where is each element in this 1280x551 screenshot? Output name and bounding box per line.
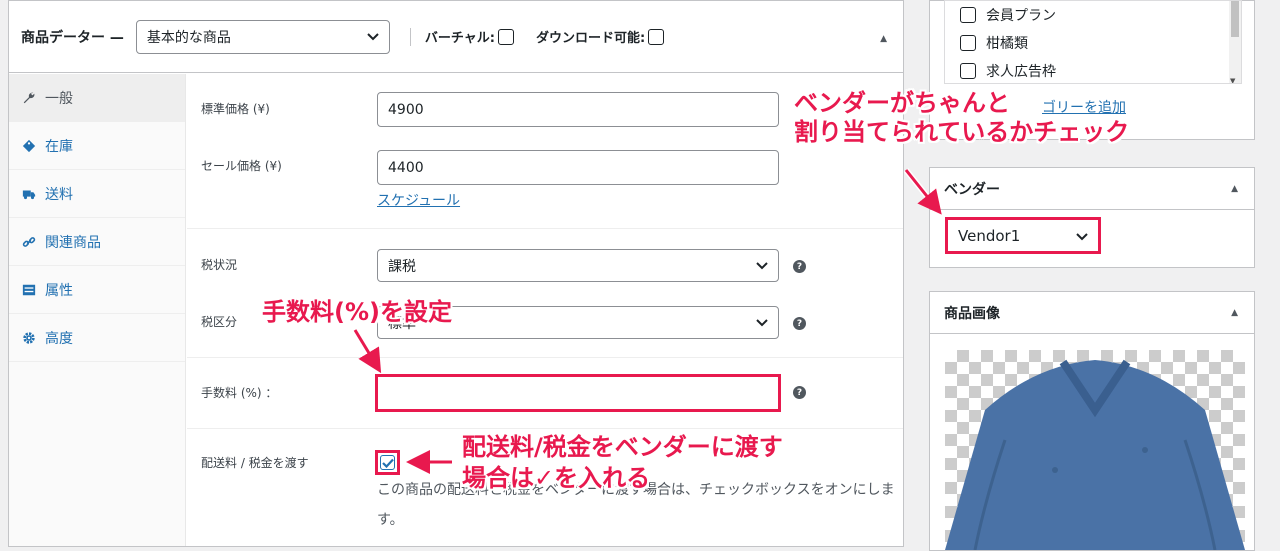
vendor-box-title: ベンダー — [944, 181, 1000, 198]
chevron-down-icon — [756, 315, 768, 331]
category-item[interactable]: 柑橘類 — [945, 29, 1241, 57]
tab-label: 属性 — [45, 282, 73, 299]
collapse-arrow-icon[interactable]: ▲ — [880, 34, 887, 44]
tab-attributes[interactable]: 属性 — [9, 266, 185, 314]
fee-label: 手数料 (%) ： — [201, 386, 278, 400]
product-data-panel: 商品データー — 基本的な商品 バーチャル: ダウンロード可能: ▲ 一般 在庫… — [8, 0, 904, 547]
section-divider — [187, 357, 903, 358]
annotation-shipping-line2: 場合は✓を入れる — [462, 464, 651, 492]
vendor-box-header[interactable]: ベンダー ▲ — [930, 168, 1254, 210]
regular-price-label: 標準価格 (¥) — [201, 102, 270, 116]
section-divider — [187, 428, 903, 429]
tab-label: 在庫 — [45, 138, 73, 155]
add-category-link[interactable]: ゴリーを追加 — [1042, 97, 1126, 117]
tab-label: 高度 — [45, 330, 73, 347]
category-checkbox[interactable] — [960, 63, 976, 79]
product-image-box: 商品画像 ▲ — [929, 291, 1255, 551]
vendor-box: ベンダー ▲ Vendor1 — [929, 167, 1255, 268]
downloadable-label: ダウンロード可能: — [535, 31, 646, 46]
downloadable-checkbox[interactable] — [648, 28, 665, 45]
product-type-value: 基本的な商品 — [146, 29, 231, 46]
list-icon — [21, 282, 37, 298]
chevron-down-icon — [1076, 227, 1088, 245]
pass-shipping-label: 配送料 / 税金を渡す — [201, 456, 309, 470]
tab-general[interactable]: 一般 — [9, 74, 185, 122]
wrench-icon — [21, 90, 37, 106]
tag-icon — [21, 138, 37, 154]
product-type-select[interactable]: 基本的な商品 — [135, 19, 390, 54]
vendor-select[interactable]: Vendor1 — [945, 217, 1101, 254]
category-scrollbar[interactable]: ▼ — [1229, 1, 1241, 83]
product-image-header[interactable]: 商品画像 ▲ — [930, 292, 1254, 334]
tab-shipping[interactable]: 送料 — [9, 170, 185, 218]
tab-label: 関連商品 — [45, 234, 101, 251]
header-separator — [409, 27, 411, 46]
tax-status-value: 課税 — [388, 258, 416, 275]
category-item[interactable]: 会員プラン — [945, 1, 1241, 29]
sale-price-label: セール価格 (¥) — [201, 159, 282, 173]
help-icon[interactable]: ? — [793, 317, 806, 330]
category-item[interactable]: 求人広告枠 — [945, 57, 1241, 83]
product-image[interactable] — [945, 350, 1245, 550]
tab-label: 送料 — [45, 186, 73, 203]
tax-class-label: 税区分 — [201, 315, 238, 329]
tab-inventory[interactable]: 在庫 — [9, 122, 185, 170]
tax-status-select[interactable]: 課税 — [377, 249, 779, 282]
category-label: 求人広告枠 — [986, 64, 1056, 80]
pass-shipping-checkbox[interactable] — [375, 450, 400, 475]
downloadable-checkbox-label[interactable]: ダウンロード可能: — [535, 27, 665, 46]
annotation-vendor-line1: ベンダーがちゃんと — [794, 89, 1010, 117]
virtual-label: バーチャル: — [424, 31, 495, 46]
section-divider — [187, 228, 903, 229]
scrollbar-thumb[interactable] — [1231, 1, 1239, 37]
check-icon — [380, 455, 395, 470]
category-checkbox[interactable] — [960, 7, 976, 23]
vendor-select-value: Vendor1 — [958, 226, 1021, 245]
annotation-shipping-line1: 配送料/税金をベンダーに渡す — [462, 433, 783, 461]
help-icon[interactable]: ? — [793, 260, 806, 273]
collapse-arrow-icon[interactable]: ▲ — [1231, 184, 1238, 194]
tab-linked-products[interactable]: 関連商品 — [9, 218, 185, 266]
category-label: 会員プラン — [986, 8, 1056, 24]
gear-icon — [21, 330, 37, 346]
truck-icon — [21, 186, 37, 202]
virtual-checkbox-label[interactable]: バーチャル: — [425, 27, 514, 46]
collapse-arrow-icon[interactable]: ▲ — [1231, 308, 1238, 318]
annotation-vendor-line2: 割り当てられているかチェック — [794, 118, 1130, 146]
fee-input[interactable] — [375, 374, 781, 412]
chevron-down-icon — [756, 258, 768, 274]
category-label: 柑橘類 — [986, 36, 1028, 52]
regular-price-input[interactable]: 4900 — [377, 92, 779, 127]
scroll-down-icon[interactable]: ▼ — [1230, 77, 1235, 83]
panel-header: 商品データー — 基本的な商品 バーチャル: ダウンロード可能: ▲ — [9, 1, 903, 73]
category-checkbox[interactable] — [960, 35, 976, 51]
link-icon — [21, 234, 37, 250]
panel-title: 商品データー — — [21, 29, 124, 46]
product-data-tabs: 一般 在庫 送料 関連商品 属性 高度 — [9, 74, 186, 546]
tab-advanced[interactable]: 高度 — [9, 314, 185, 362]
sweater-image — [945, 359, 1245, 550]
chevron-down-icon — [367, 29, 379, 45]
annotation-fee: 手数料(%)を設定 — [262, 298, 452, 326]
category-list: 会員プラン 柑橘類 求人広告枠 ▼ — [944, 0, 1242, 84]
tax-status-label: 税状況 — [201, 258, 238, 272]
schedule-link[interactable]: スケジュール — [377, 190, 460, 210]
product-image-title: 商品画像 — [944, 305, 1000, 322]
sale-price-input[interactable]: 4400 — [377, 150, 779, 185]
virtual-checkbox[interactable] — [497, 28, 514, 45]
help-icon[interactable]: ? — [793, 386, 806, 399]
tab-label: 一般 — [45, 90, 73, 107]
